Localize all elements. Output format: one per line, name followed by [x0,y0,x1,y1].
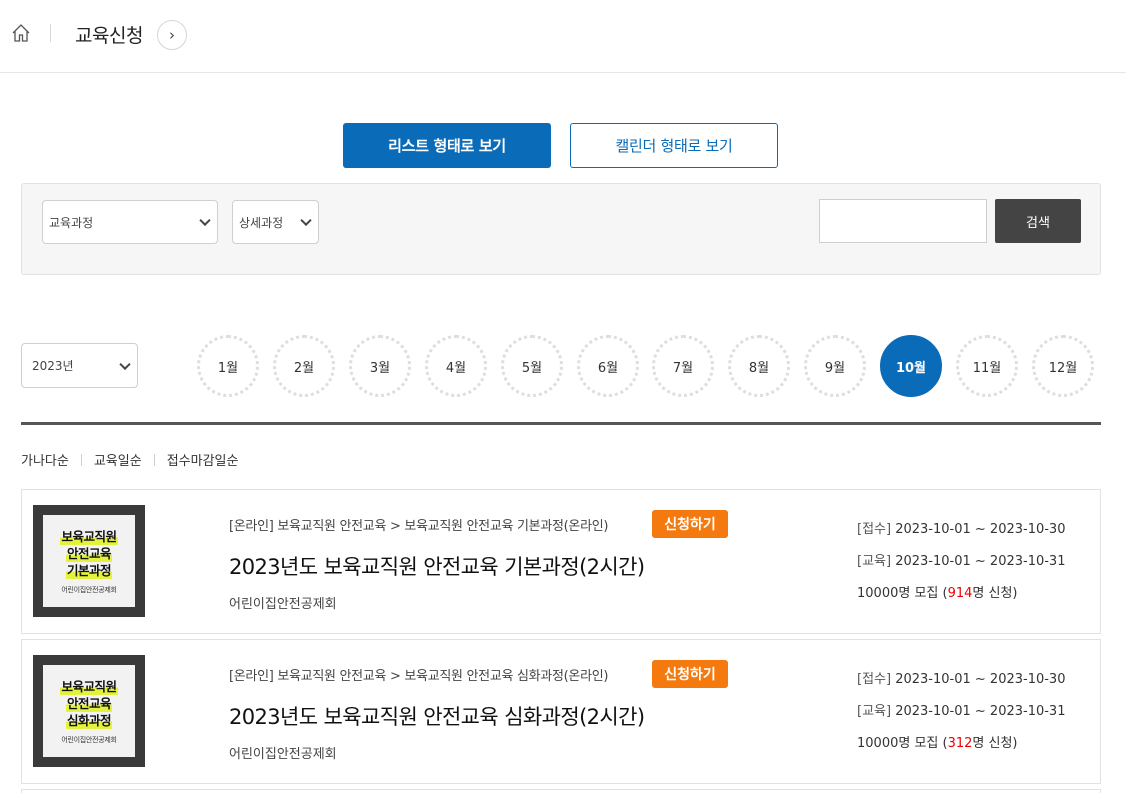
course-category: [온라인] 보육교직원 안전교육 > 보육교직원 안전교육 기본과정(온라인) [229,519,609,534]
course-card[interactable] [21,789,1101,793]
thumbnail-org: 어린이집안전공제회 [61,585,117,594]
registration-dates: 2023-10-01 ~ 2023-10-30 [895,522,1066,537]
education-dates: 2023-10-01 ~ 2023-10-31 [895,704,1066,719]
course-select-value: 교육과정 [49,215,94,230]
breadcrumb-bar: 교육신청 › [0,0,1126,73]
capacity-info: 10000명 모집 (914명 신청) [857,582,1018,601]
course-title[interactable]: 2023년도 보육교직원 안전교육 심화과정(2시간) [229,701,645,731]
section-divider [21,422,1101,425]
course-organizer: 어린이집안전공제회 [229,597,337,612]
capacity-prefix: 10000명 모집 ( [857,736,948,751]
month-7[interactable]: 7월 [652,335,714,397]
thumbnail-org: 어린이집안전공제회 [61,735,117,744]
thumbnail-text: 심화과정 [65,711,112,729]
sort-by-education-date[interactable]: 교육일순 [94,450,142,469]
filter-panel: 교육과정 상세과정 검색 [21,183,1101,275]
capacity-suffix: 명 신청) [972,736,1018,751]
capacity-suffix: 명 신청) [972,586,1018,601]
education-label: [교육] [857,554,892,569]
registration-period: [접수] 2023-10-01 ~ 2023-10-30 [857,518,1065,537]
month-4[interactable]: 4월 [425,335,487,397]
list-view-button[interactable]: 리스트 형태로 보기 [343,123,551,168]
education-period: [교육] 2023-10-01 ~ 2023-10-31 [857,700,1065,719]
breadcrumb-divider [50,24,51,42]
month-9[interactable]: 9월 [804,335,866,397]
chevron-right-icon[interactable]: › [157,20,187,50]
month-11[interactable]: 11월 [956,335,1018,397]
detail-select-value: 상세과정 [239,215,284,230]
course-organizer: 어린이집안전공제회 [229,747,337,762]
chevron-down-icon [119,358,131,370]
month-10[interactable]: 10월 [880,335,942,397]
sort-divider [153,453,155,466]
search-button[interactable]: 검색 [995,199,1081,243]
course-title[interactable]: 2023년도 보육교직원 안전교육 기본과정(2시간) [229,551,645,581]
course-thumbnail[interactable]: 보육교직원 안전교육 심화과정 어린이집안전공제회 [33,655,145,767]
education-label: [교육] [857,704,892,719]
month-1[interactable]: 1월 [197,335,259,397]
registration-period: [접수] 2023-10-01 ~ 2023-10-30 [857,668,1065,687]
detail-course-select[interactable]: 상세과정 [232,200,319,244]
month-3[interactable]: 3월 [349,335,411,397]
sort-divider [80,453,82,466]
education-period: [교육] 2023-10-01 ~ 2023-10-31 [857,550,1065,569]
page-title: 교육신청 [75,25,143,47]
applied-count: 312 [947,736,973,751]
search-input[interactable] [819,199,987,243]
thumbnail-text: 보육교직원 [60,527,118,545]
education-dates: 2023-10-01 ~ 2023-10-31 [895,554,1066,569]
chevron-down-icon [199,214,211,227]
course-thumbnail[interactable]: 보육교직원 안전교육 기본과정 어린이집안전공제회 [33,505,145,617]
apply-button[interactable]: 신청하기 [652,510,728,538]
course-select[interactable]: 교육과정 [42,200,218,244]
calendar-view-button[interactable]: 캘린더 형태로 보기 [570,123,778,168]
course-card[interactable]: 보육교직원 안전교육 심화과정 어린이집안전공제회 [온라인] 보육교직원 안전… [21,639,1101,784]
month-6[interactable]: 6월 [577,335,639,397]
sort-by-deadline[interactable]: 접수마감일순 [167,450,239,469]
thumbnail-text: 안전교육 [65,694,112,712]
registration-label: [접수] [857,672,892,687]
year-select-value: 2023년 [32,359,74,373]
chevron-down-icon [300,214,312,227]
capacity-prefix: 10000명 모집 ( [857,586,948,601]
course-category: [온라인] 보육교직원 안전교육 > 보육교직원 안전교육 심화과정(온라인) [229,669,609,684]
month-2[interactable]: 2월 [273,335,335,397]
sort-alphabetical[interactable]: 가나다순 [21,450,69,469]
year-select[interactable]: 2023년 [21,343,138,388]
capacity-info: 10000명 모집 (312명 신청) [857,732,1018,751]
month-12[interactable]: 12월 [1032,335,1094,397]
home-icon[interactable] [11,23,31,43]
apply-button[interactable]: 신청하기 [652,660,728,688]
month-5[interactable]: 5월 [501,335,563,397]
sort-options: 가나다순 교육일순 접수마감일순 [21,450,238,469]
thumbnail-text: 보육교직원 [60,677,118,695]
registration-label: [접수] [857,522,892,537]
course-card[interactable]: 보육교직원 안전교육 기본과정 어린이집안전공제회 [온라인] 보육교직원 안전… [21,489,1101,634]
thumbnail-text: 안전교육 [65,544,112,562]
thumbnail-text: 기본과정 [65,561,112,579]
month-8[interactable]: 8월 [728,335,790,397]
registration-dates: 2023-10-01 ~ 2023-10-30 [895,672,1066,687]
applied-count: 914 [947,586,973,601]
